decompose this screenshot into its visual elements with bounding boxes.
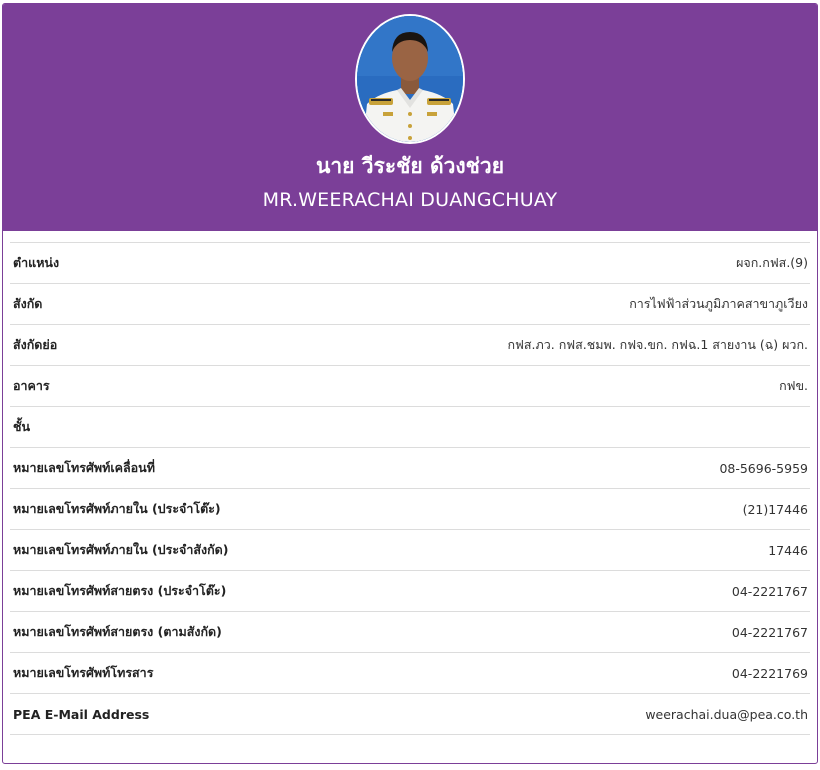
detail-label: หมายเลขโทรศัพท์ภายใน (ประจำโต๊ะ)	[13, 501, 221, 516]
detail-value: กฟส.ภว. กฟส.ชมพ. กฟจ.ขก. กฟฉ.1 สายงาน (ฉ…	[507, 337, 808, 352]
detail-label: หมายเลขโทรศัพท์ภายใน (ประจำสังกัด)	[13, 542, 229, 557]
detail-label: สังกัดย่อ	[13, 337, 58, 352]
detail-row-position: ตำแหน่ง ผจก.กฟส.(9)	[10, 242, 810, 283]
detail-value[interactable]: 04-2221767	[732, 625, 810, 640]
detail-row-floor: ชั้น	[10, 406, 810, 447]
name-english: MR.WEERACHAI DUANGCHUAY	[262, 189, 558, 211]
detail-row-building: อาคาร กฟข.	[10, 365, 810, 406]
detail-row-mobile: หมายเลขโทรศัพท์เคลื่อนที่ 08-5696-5959	[10, 447, 810, 488]
detail-value: 17446	[768, 542, 808, 558]
detail-row-fax: หมายเลขโทรศัพท์โทรสาร 04-2221769	[10, 652, 810, 693]
detail-label: สังกัด	[13, 296, 43, 311]
detail-row-email: PEA E-Mail Address weerachai.dua@pea.co.…	[10, 693, 810, 735]
person-photo-icon	[357, 16, 463, 142]
detail-row-direct-dept: หมายเลขโทรศัพท์สายตรง (ตามสังกัด) 04-222…	[10, 611, 810, 652]
detail-label: หมายเลขโทรศัพท์เคลื่อนที่	[13, 460, 155, 475]
detail-value[interactable]: 08-5696-5959	[719, 461, 810, 476]
profile-card: นาย วีระชัย ด้วงช่วย MR.WEERACHAI DUANGC…	[2, 3, 818, 764]
profile-header: นาย วีระชัย ด้วงช่วย MR.WEERACHAI DUANGC…	[3, 4, 817, 231]
detail-label: หมายเลขโทรศัพท์โทรสาร	[13, 665, 154, 680]
detail-row-department-abbr: สังกัดย่อ กฟส.ภว. กฟส.ชมพ. กฟจ.ขก. กฟฉ.1…	[10, 324, 810, 365]
detail-label: PEA E-Mail Address	[13, 706, 150, 722]
detail-value[interactable]: 04-2221767	[732, 584, 810, 599]
detail-table: ตำแหน่ง ผจก.กฟส.(9) สังกัด การไฟฟ้าส่วนภ…	[10, 242, 810, 735]
name-thai: นาย วีระชัย ด้วงช่วย	[315, 154, 504, 178]
detail-value: 04-2221769	[731, 665, 808, 681]
detail-row-internal-desk: หมายเลขโทรศัพท์ภายใน (ประจำโต๊ะ) (21)174…	[10, 488, 810, 529]
detail-label: หมายเลขโทรศัพท์สายตรง (ตามสังกัด)	[13, 624, 222, 639]
detail-value: ผจก.กฟส.(9)	[736, 255, 808, 270]
detail-label: หมายเลขโทรศัพท์สายตรง (ประจำโต๊ะ)	[13, 583, 227, 598]
detail-value: การไฟฟ้าส่วนภูมิภาคสาขาภูเวียง	[629, 296, 808, 311]
detail-value: กฟข.	[779, 378, 808, 393]
detail-row-internal-dept: หมายเลขโทรศัพท์ภายใน (ประจำสังกัด) 17446	[10, 529, 810, 570]
detail-value: (21)17446	[742, 501, 808, 517]
email-link[interactable]: weerachai.dua@pea.co.th	[645, 707, 810, 722]
detail-label: ตำแหน่ง	[13, 255, 60, 270]
detail-row-department: สังกัด การไฟฟ้าส่วนภูมิภาคสาขาภูเวียง	[10, 283, 810, 324]
detail-row-direct-desk: หมายเลขโทรศัพท์สายตรง (ประจำโต๊ะ) 04-222…	[10, 570, 810, 611]
detail-label: อาคาร	[13, 378, 50, 393]
profile-photo	[355, 14, 465, 144]
detail-label: ชั้น	[13, 419, 31, 434]
